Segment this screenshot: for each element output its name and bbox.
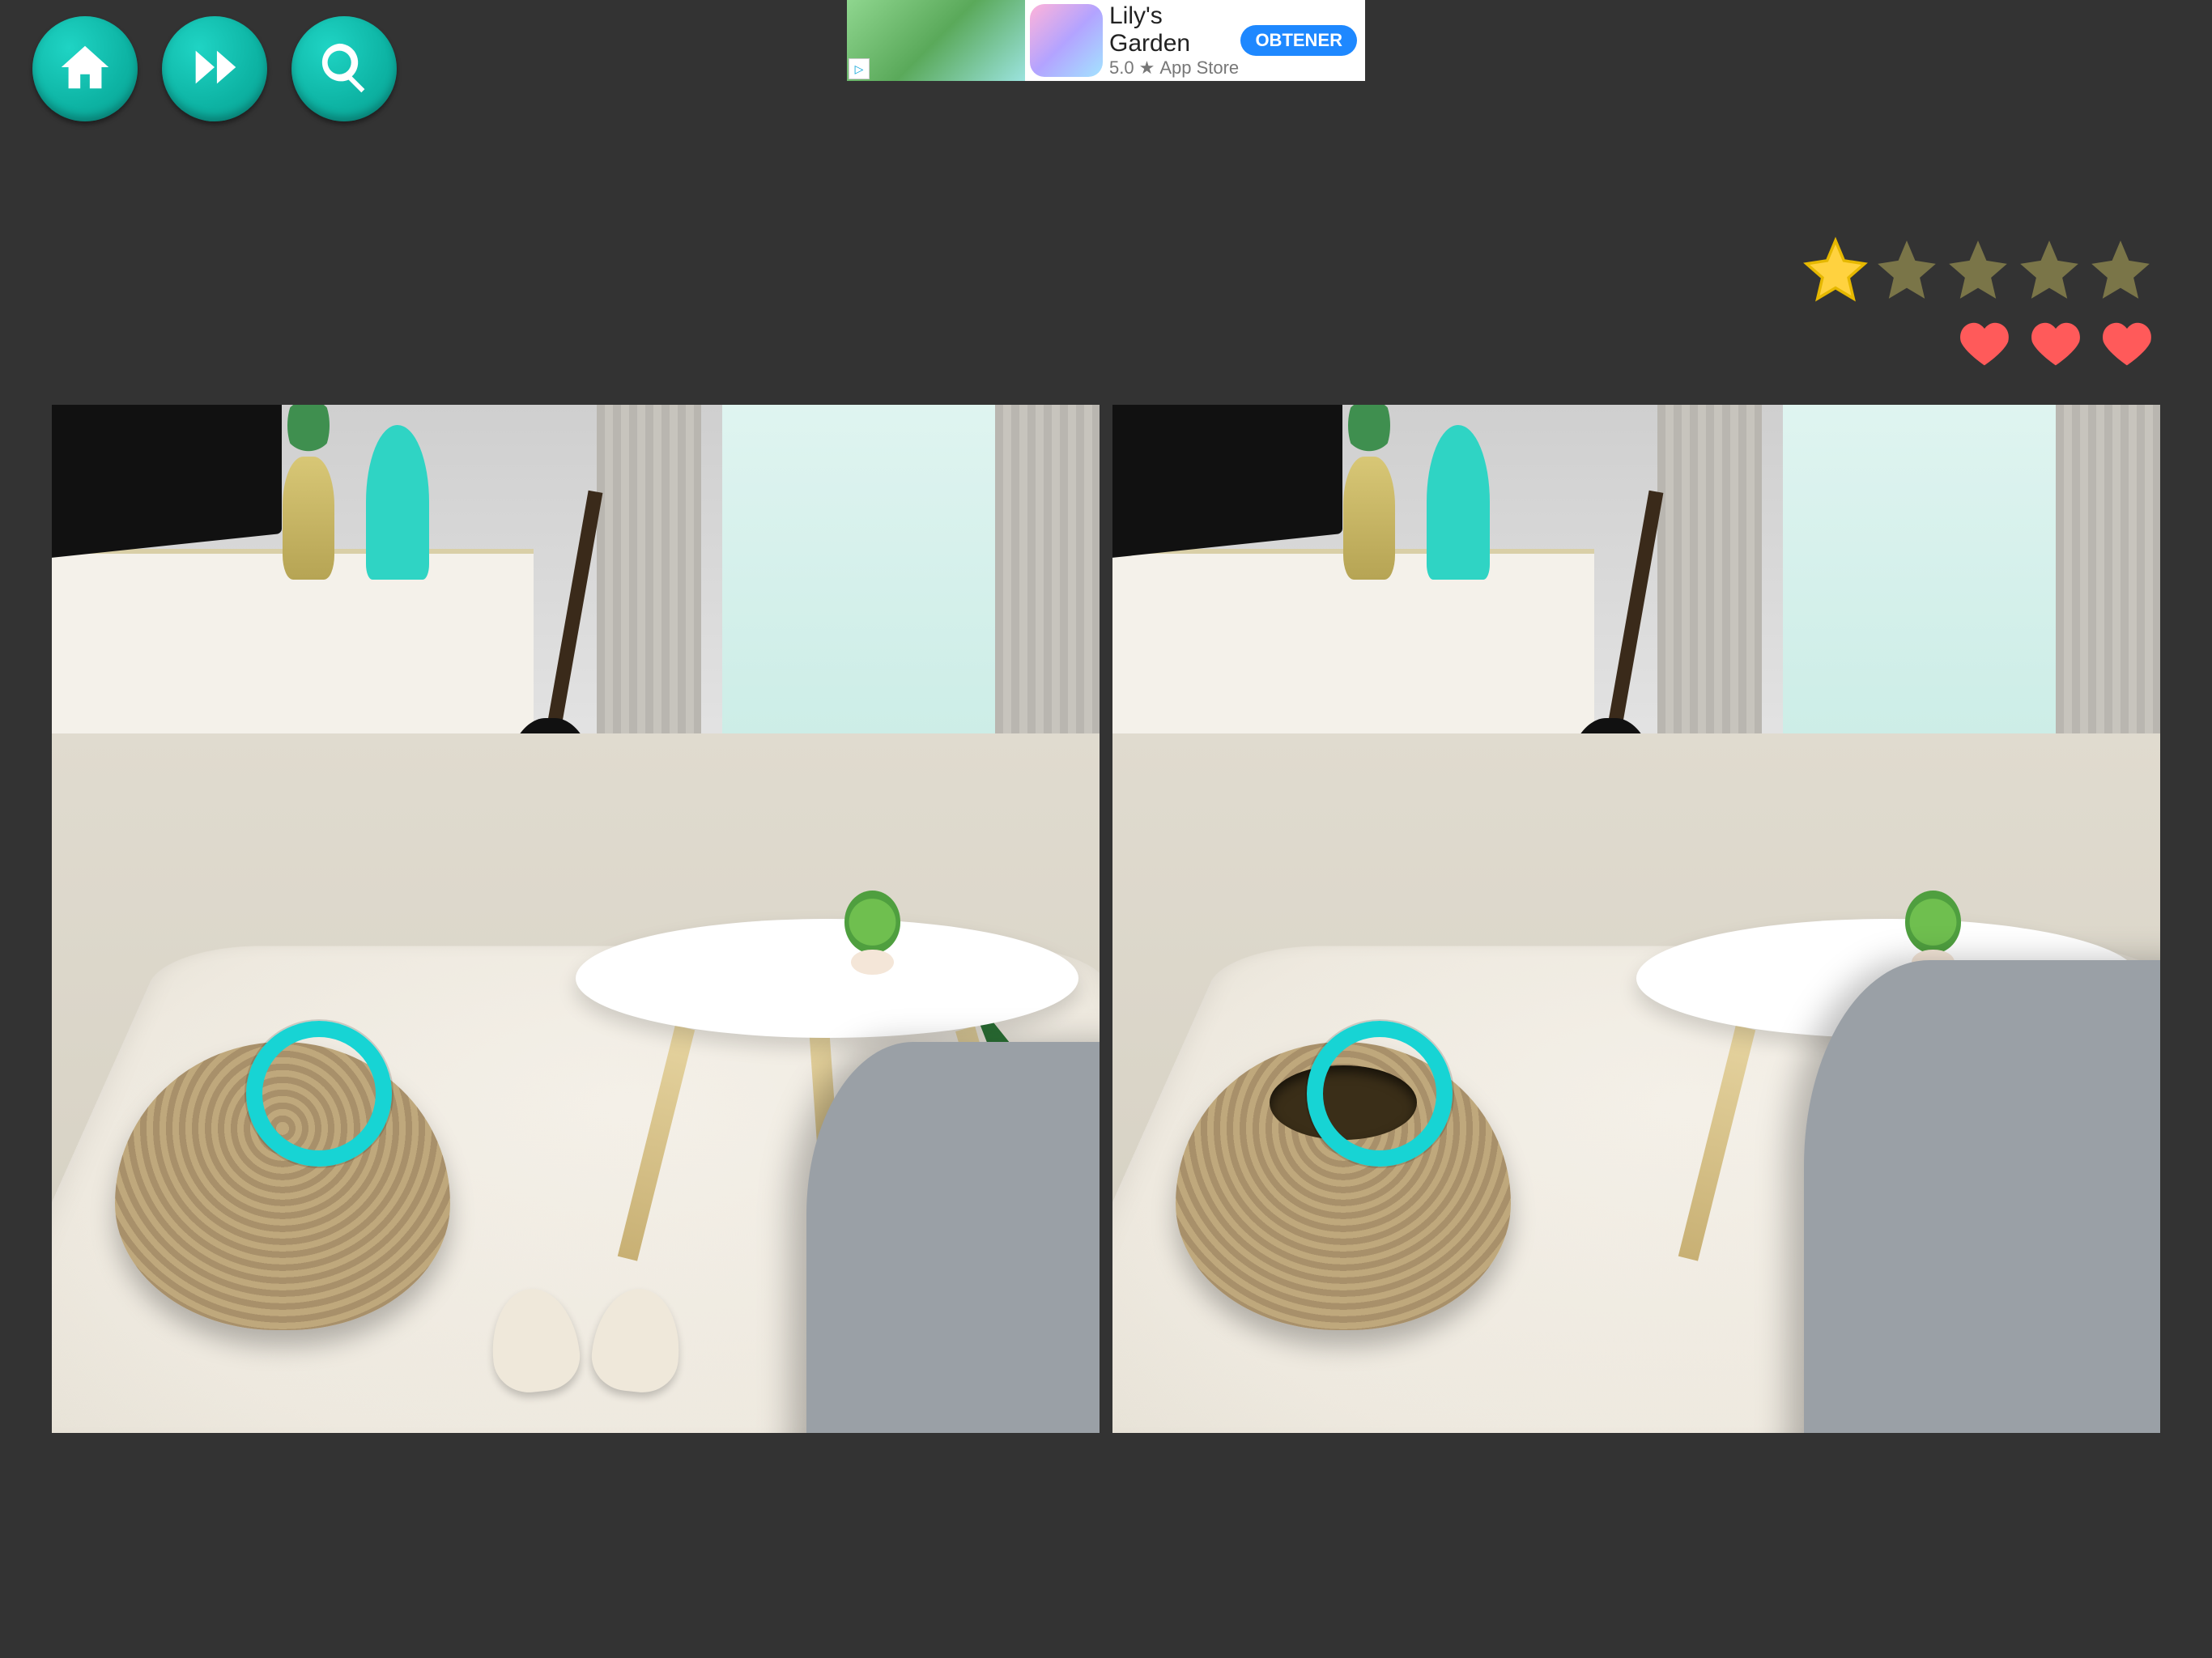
ad-privacy-icon: ▷ bbox=[855, 62, 864, 76]
life-heart bbox=[1956, 316, 2013, 372]
progress-star bbox=[1943, 235, 2013, 304]
lives-hearts bbox=[1801, 316, 2155, 372]
ad-title: Lily's Garden bbox=[1109, 2, 1240, 57]
fast-forward-icon bbox=[186, 39, 243, 100]
progress-star bbox=[2014, 235, 2084, 304]
progress-star bbox=[2086, 235, 2155, 304]
hint-button[interactable] bbox=[291, 16, 397, 121]
star-icon: ★ bbox=[1139, 57, 1155, 79]
home-icon bbox=[57, 39, 113, 100]
scene-right[interactable] bbox=[1112, 405, 2160, 1433]
ad-banner[interactable]: ▷ Lily's Garden 5.0 ★ App Store OBTENER bbox=[847, 0, 1365, 81]
ad-creative: ▷ bbox=[847, 0, 1025, 81]
ad-cta-button[interactable]: OBTENER bbox=[1240, 25, 1357, 56]
ad-subtitle: 5.0 ★ App Store bbox=[1109, 57, 1240, 79]
progress-star bbox=[1872, 235, 1942, 304]
scene-left[interactable] bbox=[52, 405, 1100, 1433]
difficulty-stars bbox=[1801, 235, 2155, 304]
ad-text: Lily's Garden 5.0 ★ App Store bbox=[1109, 0, 1240, 81]
home-button[interactable] bbox=[32, 16, 138, 121]
toolbar bbox=[32, 16, 397, 121]
ad-app-icon bbox=[1030, 4, 1103, 77]
skip-button[interactable] bbox=[162, 16, 267, 121]
ad-privacy-badge[interactable]: ▷ bbox=[849, 58, 870, 79]
game-area bbox=[52, 405, 2160, 1433]
progress-star bbox=[1801, 235, 1870, 304]
ad-store: App Store bbox=[1159, 57, 1239, 79]
scene-illustration bbox=[52, 405, 1100, 1433]
scene-illustration bbox=[1112, 405, 2160, 1433]
ad-rating: 5.0 bbox=[1109, 57, 1134, 79]
search-icon bbox=[316, 39, 372, 100]
life-heart bbox=[2099, 316, 2155, 372]
life-heart bbox=[2027, 316, 2084, 372]
status-panel bbox=[1801, 235, 2155, 372]
